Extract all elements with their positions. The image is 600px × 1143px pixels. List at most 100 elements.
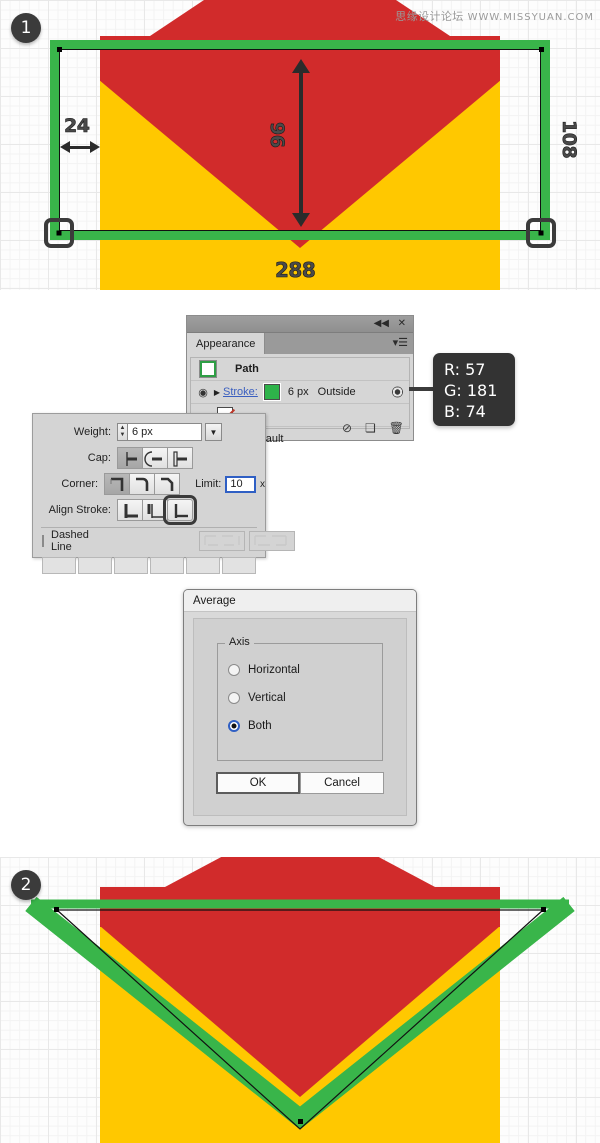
radio-row-horizontal[interactable]: Horizontal [218, 658, 382, 682]
limit-label: Limit: [195, 478, 222, 490]
cap-projecting-icon[interactable] [167, 447, 193, 469]
dash-gap-fields [33, 557, 265, 574]
step2-canvas: 2 [0, 857, 600, 1143]
corner-round-icon[interactable] [129, 473, 156, 495]
appearance-row-path[interactable]: Path [191, 358, 409, 381]
tutorial-page: 24 96 108 288 1 思缘设计论坛 WWW.MISSYUAN.COM … [0, 0, 600, 1143]
average-dialog-buttons: OK Cancel [216, 772, 384, 794]
anchor-point-top-right[interactable] [539, 47, 544, 52]
radio-horizontal[interactable] [228, 664, 240, 676]
dash-field-3[interactable] [186, 557, 220, 574]
appearance-row-stroke[interactable]: ◉ ▶ Stroke: 6 px Outside [191, 381, 409, 404]
ok-button[interactable]: OK [216, 772, 301, 794]
align-center-icon[interactable] [117, 499, 143, 521]
step-badge-1: 1 [11, 13, 41, 43]
average-dialog-title: Average [193, 594, 236, 607]
anchor-handle-bottom-right[interactable] [526, 218, 556, 248]
axis-fieldset-legend: Axis [225, 636, 254, 648]
duplicate-item-icon[interactable]: ❏ [365, 421, 376, 435]
radio-row-both[interactable]: Both [218, 714, 382, 738]
dash-field-1[interactable] [42, 557, 76, 574]
stroke-corner-row: Corner: Limit: 10 x [33, 471, 265, 497]
weight-label: Weight: [73, 426, 111, 438]
stroke-cap-row: Cap: [33, 445, 265, 471]
rgb-red-value: R: 57 [444, 360, 486, 379]
collapse-icon[interactable]: ◀◀ [374, 318, 389, 330]
panel-menu-icon[interactable]: ▾☰ [393, 336, 408, 350]
dash-field-2[interactable] [114, 557, 148, 574]
eye-icon[interactable]: ◉ [195, 386, 211, 399]
step1-canvas: 24 96 108 288 1 思缘设计论坛 WWW.MISSYUAN.COM [0, 0, 600, 290]
cap-button-group [117, 447, 193, 469]
stroke-align-row: Align Stroke: [33, 495, 265, 525]
close-icon[interactable]: ✕ [398, 318, 406, 330]
corner-bevel-icon[interactable] [154, 473, 181, 495]
delete-item-icon[interactable]: 🗑 [389, 421, 404, 435]
cap-round-icon[interactable] [142, 447, 168, 469]
radio-row-vertical[interactable]: Vertical [218, 686, 382, 710]
appearance-row-path-label: Path [235, 363, 259, 375]
appearance-panel-tabrow: Appearance ▾☰ [187, 333, 413, 354]
corner-miter-icon[interactable] [104, 473, 131, 495]
gap-field-2[interactable] [150, 557, 184, 574]
path-swatch-icon [199, 360, 217, 378]
dimension-arrow-horizontal-24 [60, 141, 100, 153]
cancel-button[interactable]: Cancel [300, 772, 384, 794]
align-inside-icon[interactable] [142, 499, 168, 521]
weight-input[interactable]: 6 px [128, 423, 202, 441]
dimension-arrow-vertical-96 [292, 59, 310, 227]
stroke-weight-value[interactable]: 6 px [288, 386, 309, 398]
dimension-label-24: 24 [64, 115, 91, 138]
radio-both[interactable] [228, 720, 240, 732]
rgb-blue-value: B: 74 [444, 402, 486, 421]
stroke-link[interactable]: Stroke: [223, 386, 258, 398]
callout-connector-line [409, 387, 436, 391]
dash-exact-icon[interactable] [248, 531, 295, 551]
cap-butt-icon[interactable] [117, 447, 143, 469]
green-v-stroke-path[interactable] [0, 857, 600, 1143]
target-indicator-icon[interactable] [392, 386, 403, 398]
disclosure-triangle-icon[interactable]: ▶ [211, 388, 223, 397]
dimension-label-288: 288 [275, 258, 316, 283]
radio-vertical-label: Vertical [248, 692, 286, 704]
tab-appearance-label: Appearance [196, 337, 256, 350]
radio-vertical[interactable] [228, 692, 240, 704]
dashed-line-label: Dashed Line [51, 529, 89, 553]
rgb-color-callout: R: 57 G: 181 B: 74 [433, 353, 515, 426]
limit-unit-label: x [260, 478, 265, 490]
stroke-color-swatch[interactable] [262, 383, 281, 401]
clear-appearance-icon[interactable]: ⊘ [342, 421, 352, 435]
align-stroke-button-group [117, 495, 197, 525]
watermark-en: WWW.MISSYUAN.COM [467, 12, 594, 23]
corner-label: Corner: [61, 478, 99, 490]
gap-field-3[interactable] [222, 557, 256, 574]
anchor-handle-bottom-left[interactable] [44, 218, 74, 248]
limit-input[interactable]: 10 [225, 475, 256, 493]
gap-field-1[interactable] [78, 557, 112, 574]
radio-both-label: Both [248, 720, 272, 732]
align-outside-icon[interactable] [163, 495, 197, 525]
weight-stepper[interactable]: ▲ ▼ [117, 423, 128, 441]
rgb-green-value: G: 181 [444, 381, 498, 400]
stroke-options-popup[interactable]: Weight: ▲ ▼ 6 px ▼ Cap: Corner: Limit: 1… [32, 413, 295, 574]
stroke-weight-row: Weight: ▲ ▼ 6 px ▼ [33, 419, 265, 445]
weight-dropdown-icon[interactable]: ▼ [205, 423, 222, 441]
anchor-point-top-left[interactable] [57, 47, 62, 52]
watermark: 思缘设计论坛 WWW.MISSYUAN.COM [395, 8, 594, 24]
tab-appearance[interactable]: Appearance [187, 333, 266, 354]
average-dialog[interactable]: Average Axis Horizontal Vertical Both OK… [183, 589, 417, 826]
radio-horizontal-label: Horizontal [248, 664, 300, 676]
axis-fieldset: Axis Horizontal Vertical Both [217, 636, 383, 761]
step-badge-2: 2 [11, 870, 41, 900]
dashed-line-checkbox[interactable] [42, 535, 44, 547]
stroke-align-value[interactable]: Outside [318, 386, 356, 398]
appearance-panel-titlebar: ◀◀ ✕ [187, 316, 413, 333]
dimension-label-96: 96 [266, 122, 289, 148]
align-stroke-label: Align Stroke: [48, 504, 111, 516]
dashed-line-row: Dashed Line [33, 528, 295, 554]
dimension-label-108: 108 [558, 120, 581, 159]
average-dialog-titlebar: Average [184, 590, 416, 612]
dash-preserve-icon[interactable] [198, 531, 245, 551]
corner-button-group [104, 473, 181, 495]
average-dialog-body: Axis Horizontal Vertical Both OK Cancel [193, 618, 407, 816]
